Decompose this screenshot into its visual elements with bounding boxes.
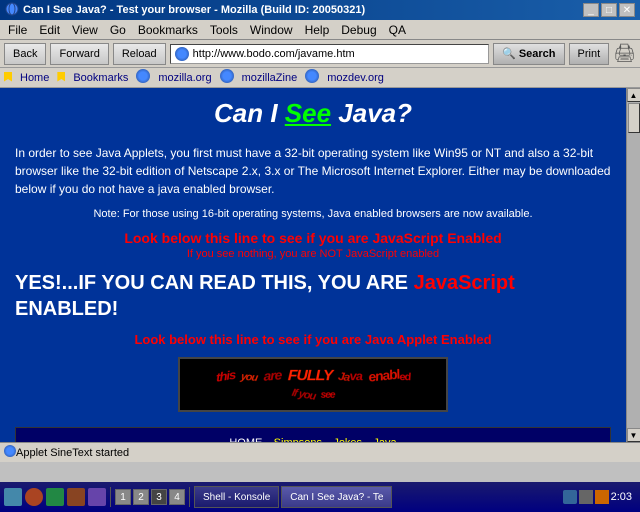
tray-icon-2: [579, 490, 593, 504]
java-applet-box: this you are FULLY Java enabled If you s…: [178, 357, 448, 412]
bookmark-icon-mozdev: [305, 69, 319, 86]
js-enabled-banner: Look below this line to see if you are J…: [15, 230, 611, 246]
close-button[interactable]: ✕: [619, 3, 635, 17]
menu-qa[interactable]: QA: [383, 21, 412, 39]
menu-window[interactable]: Window: [244, 21, 299, 39]
clock: 2:03: [611, 491, 632, 503]
java-animated-text: this you are FULLY Java enabled If you s…: [213, 368, 414, 403]
back-button[interactable]: Back: [4, 43, 46, 65]
bookmark-icon-home: [4, 71, 12, 85]
taskbar-divider-1: [110, 487, 111, 507]
print-icon: 🖨: [613, 43, 636, 64]
menu-bookmarks[interactable]: Bookmarks: [132, 21, 204, 39]
tray-icon-1: [563, 490, 577, 504]
page-title-part2: Java?: [331, 98, 412, 128]
taskbar-divider-2: [189, 487, 190, 507]
bookmark-home[interactable]: Home: [20, 72, 49, 84]
js-not-enabled-text: If you see nothing, you are NOT JavaScri…: [15, 248, 611, 260]
minimize-button[interactable]: _: [583, 3, 599, 17]
taskbar-task-shell[interactable]: Shell - Konsole: [194, 486, 279, 508]
address-input[interactable]: [193, 48, 484, 60]
links-row-1: HOME Simpsons Jokes Java: [31, 435, 595, 442]
taskbar-icon-3[interactable]: [46, 488, 64, 506]
scroll-thumb[interactable]: [628, 103, 640, 133]
page-num-4[interactable]: 4: [169, 489, 185, 505]
menu-go[interactable]: Go: [104, 21, 132, 39]
menu-bar: File Edit View Go Bookmarks Tools Window…: [0, 20, 640, 40]
taskbar-icon-1[interactable]: [4, 488, 22, 506]
taskbar-start: [4, 488, 106, 506]
address-bar: [170, 44, 489, 64]
page-num-3[interactable]: 3: [151, 489, 167, 505]
window-icon: [5, 2, 19, 19]
menu-tools[interactable]: Tools: [204, 21, 244, 39]
search-icon: 🔍: [502, 48, 516, 60]
page-title-part1: Can I: [214, 98, 285, 128]
menu-help[interactable]: Help: [299, 21, 336, 39]
bookmark-mozilla[interactable]: mozilla.org: [158, 72, 211, 84]
system-tray: 2:03: [563, 490, 636, 504]
taskbar-icon-5[interactable]: [88, 488, 106, 506]
content-wrapper: Can I See Java? In order to see Java App…: [0, 88, 640, 442]
bookmark-mozillazine[interactable]: mozillaZine: [242, 72, 298, 84]
taskbar-icon-4[interactable]: [67, 488, 85, 506]
print-button[interactable]: Print: [569, 43, 610, 65]
menu-edit[interactable]: Edit: [33, 21, 66, 39]
bookmark-icon-mozillazine: [220, 69, 234, 86]
page-num-1[interactable]: 1: [115, 489, 131, 505]
content-area: Can I See Java? In order to see Java App…: [0, 88, 626, 442]
big-text-part2: ENABLED!: [15, 298, 118, 320]
big-text-js: JavaScript: [414, 272, 515, 294]
status-earth-icon: [4, 445, 16, 460]
reload-button[interactable]: Reload: [113, 43, 166, 65]
tray-icon-3: [595, 490, 609, 504]
status-text: Applet SineText started: [16, 447, 636, 459]
window-title: Can I See Java? - Test your browser - Mo…: [23, 4, 365, 16]
scroll-up-button[interactable]: ▲: [627, 88, 640, 102]
taskbar: 1 2 3 4 Shell - Konsole Can I See Java? …: [0, 482, 640, 512]
menu-file[interactable]: File: [2, 21, 33, 39]
bookmark-bookmarks[interactable]: Bookmarks: [73, 72, 128, 84]
java-applet-banner: Look below this line to see if you are J…: [15, 332, 611, 347]
big-yes-text: YES!...IF YOU CAN READ THIS, YOU ARE Jav…: [15, 270, 611, 322]
scrollbar[interactable]: ▲ ▼: [626, 88, 640, 442]
big-text-part1: YES!...IF YOU CAN READ THIS, YOU ARE: [15, 272, 414, 294]
page-title-see: See: [285, 98, 331, 128]
bookmarks-bar: Home Bookmarks mozilla.org mozillaZine m…: [0, 68, 640, 88]
taskbar-icon-2[interactable]: [25, 488, 43, 506]
menu-debug[interactable]: Debug: [335, 21, 382, 39]
bookmark-icon-mozilla: [136, 69, 150, 86]
forward-button[interactable]: Forward: [50, 43, 108, 65]
window-controls: _ □ ✕: [583, 3, 635, 17]
search-button[interactable]: 🔍 Search: [493, 43, 564, 65]
links-table: HOME Simpsons Jokes Java Bookmarks Games…: [15, 427, 611, 442]
taskbar-task-java[interactable]: Can I See Java? - Te: [281, 486, 392, 508]
intro-text: In order to see Java Applets, you first …: [15, 144, 611, 198]
earth-icon: [175, 47, 189, 61]
scroll-track[interactable]: [627, 102, 640, 428]
page-title: Can I See Java?: [15, 98, 611, 129]
title-bar: Can I See Java? - Test your browser - Mo…: [0, 0, 640, 20]
maximize-button[interactable]: □: [601, 3, 617, 17]
bookmark-icon-bookmarks: [57, 71, 65, 85]
note-text: Note: For those using 16-bit operating s…: [15, 208, 611, 220]
menu-view[interactable]: View: [66, 21, 104, 39]
status-bar: Applet SineText started: [0, 442, 640, 462]
page-numbers: 1 2 3 4: [115, 489, 185, 505]
page-num-2[interactable]: 2: [133, 489, 149, 505]
toolbar: Back Forward Reload 🔍 Search Print 🖨: [0, 40, 640, 68]
scroll-down-button[interactable]: ▼: [627, 428, 640, 442]
bookmark-mozdev[interactable]: mozdev.org: [327, 72, 384, 84]
